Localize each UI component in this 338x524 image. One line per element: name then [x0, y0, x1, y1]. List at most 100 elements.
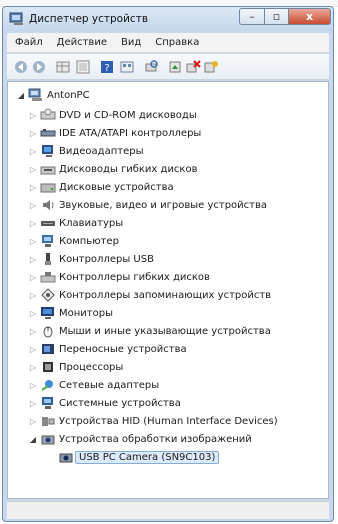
collapsed-arrow-icon[interactable]: ▷: [28, 111, 38, 120]
tree-item-label: Сетевые адаптеры: [59, 379, 160, 391]
tree-item-label: Процессоры: [59, 361, 124, 373]
device-manager-window: Диспетчер устройств – ▫ x Файл Действие …: [2, 6, 334, 522]
view-icon[interactable]: [119, 59, 135, 75]
tree-item-label: Системные устройства: [59, 397, 181, 409]
collapsed-arrow-icon[interactable]: ▷: [28, 129, 38, 138]
collapsed-arrow-icon[interactable]: ▷: [28, 399, 38, 408]
collapsed-arrow-icon[interactable]: ▷: [28, 381, 38, 390]
tree-item-label: Устройства HID (Human Interface Devices): [59, 415, 278, 427]
tree-item-label: Дисковые устройства: [59, 181, 174, 193]
selected-device-label: USB PC Camera (SN9C103): [75, 450, 220, 464]
video-adapter-icon: [40, 144, 56, 158]
system-device-icon: [40, 396, 56, 410]
ide-controller-icon: [40, 126, 56, 140]
camera-icon: [58, 450, 74, 464]
tree-root[interactable]: ◢ AntonPC: [16, 86, 90, 104]
tree-item-label: Мониторы: [59, 307, 113, 319]
tree-item-storage-controllers[interactable]: ▷ Контроллеры запоминающих устройств: [28, 286, 271, 304]
svg-text:?: ?: [104, 63, 109, 74]
properties-grid-icon[interactable]: [55, 59, 71, 75]
disable-icon[interactable]: [203, 59, 219, 75]
update-driver-icon[interactable]: [167, 59, 183, 75]
minimize-button[interactable]: –: [239, 8, 265, 25]
show-hidden-icon[interactable]: [75, 59, 91, 75]
title-bar[interactable]: Диспетчер устройств – ▫ x: [3, 7, 333, 31]
scan-hardware-icon[interactable]: [143, 59, 159, 75]
tree-item-label: DVD и CD-ROM дисководы: [59, 109, 197, 121]
tree-item-floppy-controllers[interactable]: ▷ Контроллеры гибких дисков: [28, 268, 210, 286]
network-adapter-icon: [40, 378, 56, 392]
menu-action[interactable]: Действие: [57, 37, 107, 48]
tree-item-mice[interactable]: ▷ Мыши и иные указывающие устройства: [28, 322, 271, 340]
computer-icon: [28, 88, 44, 102]
forward-icon[interactable]: [31, 59, 47, 75]
back-icon[interactable]: [13, 59, 29, 75]
monitor-icon: [40, 306, 56, 320]
hid-device-icon: [40, 414, 56, 428]
collapsed-arrow-icon[interactable]: ▷: [28, 183, 38, 192]
collapsed-arrow-icon[interactable]: ▷: [28, 255, 38, 264]
keyboard-icon: [40, 216, 56, 230]
tree-item-keyboards[interactable]: ▷ Клавиатуры: [28, 214, 123, 232]
mouse-icon: [40, 324, 56, 338]
expanded-arrow-icon[interactable]: ◢: [16, 91, 26, 100]
collapsed-arrow-icon[interactable]: ▷: [28, 165, 38, 174]
collapsed-arrow-icon[interactable]: ▷: [28, 201, 38, 210]
collapsed-arrow-icon[interactable]: ▷: [28, 291, 38, 300]
root-label: AntonPC: [47, 89, 90, 101]
tree-item-label: Компьютер: [59, 235, 119, 247]
tree-item-disk-drives[interactable]: ▷ Дисковые устройства: [28, 178, 174, 196]
menu-bar: Файл Действие Вид Справка: [7, 33, 329, 53]
maximize-button[interactable]: ▫: [264, 8, 289, 25]
collapsed-arrow-icon[interactable]: ▷: [28, 147, 38, 156]
collapsed-arrow-icon[interactable]: ▷: [28, 219, 38, 228]
toolbar: ?: [7, 54, 329, 80]
menu-help[interactable]: Справка: [155, 37, 199, 48]
collapsed-arrow-icon[interactable]: ▷: [28, 237, 38, 246]
tree-item-dvd[interactable]: ▷ DVD и CD-ROM дисководы: [28, 106, 197, 124]
tree-item-label: Контроллеры запоминающих устройств: [59, 289, 272, 301]
tree-item-label: Мыши и иные указывающие устройства: [59, 325, 271, 337]
tree-item-ide[interactable]: ▷ IDE ATA/ATAPI контроллеры: [28, 124, 201, 142]
expanded-arrow-icon[interactable]: ◢: [28, 435, 38, 444]
close-button[interactable]: x: [288, 8, 331, 25]
collapsed-arrow-icon[interactable]: ▷: [28, 273, 38, 282]
tree-item-camera[interactable]: USB PC Camera (SN9C103): [56, 448, 220, 466]
tree-item-network[interactable]: ▷ Сетевые адаптеры: [28, 376, 159, 394]
tree-item-usb[interactable]: ▷ Контроллеры USB: [28, 250, 154, 268]
tree-item-label: Контроллеры гибких дисков: [59, 271, 210, 283]
tree-item-system[interactable]: ▷ Системные устройства: [28, 394, 181, 412]
help-icon[interactable]: ?: [99, 59, 115, 75]
usb-controller-icon: [40, 252, 56, 266]
imaging-device-icon: [40, 432, 56, 446]
dvd-drive-icon: [40, 108, 56, 122]
tree-item-sound[interactable]: ▷ Звуковые, видео и игровые устройства: [28, 196, 267, 214]
tree-item-label: Клавиатуры: [59, 217, 124, 229]
collapsed-arrow-icon[interactable]: ▷: [28, 345, 38, 354]
tree-item-processors[interactable]: ▷ Процессоры: [28, 358, 123, 376]
window-title: Диспетчер устройств: [29, 13, 149, 25]
tree-item-computer[interactable]: ▷ Компьютер: [28, 232, 119, 250]
tree-item-hid[interactable]: ▷ Устройства HID (Human Interface Device…: [28, 412, 278, 430]
tree-item-monitors[interactable]: ▷ Мониторы: [28, 304, 113, 322]
tree-item-label: Контроллеры USB: [59, 253, 154, 265]
collapsed-arrow-icon[interactable]: ▷: [28, 417, 38, 426]
floppy-controller-icon: [40, 270, 56, 284]
menu-file[interactable]: Файл: [15, 37, 43, 48]
tree-item-label: Устройства обработки изображений: [59, 433, 252, 445]
tree-item-imaging[interactable]: ◢ Устройства обработки изображений: [28, 430, 252, 448]
floppy-drive-icon: [40, 162, 56, 176]
collapsed-arrow-icon[interactable]: ▷: [28, 363, 38, 372]
tree-item-video[interactable]: ▷ Видеоадаптеры: [28, 142, 143, 160]
device-tree[interactable]: ◢ AntonPC ▷ DVD и CD-ROM дисководы ▷ IDE…: [7, 81, 329, 499]
tree-item-portable[interactable]: ▷ Переносные устройства: [28, 340, 187, 358]
tree-item-floppy-drives[interactable]: ▷ Дисководы гибких дисков: [28, 160, 198, 178]
status-bar: [7, 501, 329, 519]
collapsed-arrow-icon[interactable]: ▷: [28, 309, 38, 318]
menu-view[interactable]: Вид: [121, 37, 141, 48]
speaker-icon: [40, 198, 56, 212]
collapsed-arrow-icon[interactable]: ▷: [28, 327, 38, 336]
uninstall-icon[interactable]: [185, 59, 201, 75]
storage-controller-icon: [40, 288, 56, 302]
processor-icon: [40, 360, 56, 374]
